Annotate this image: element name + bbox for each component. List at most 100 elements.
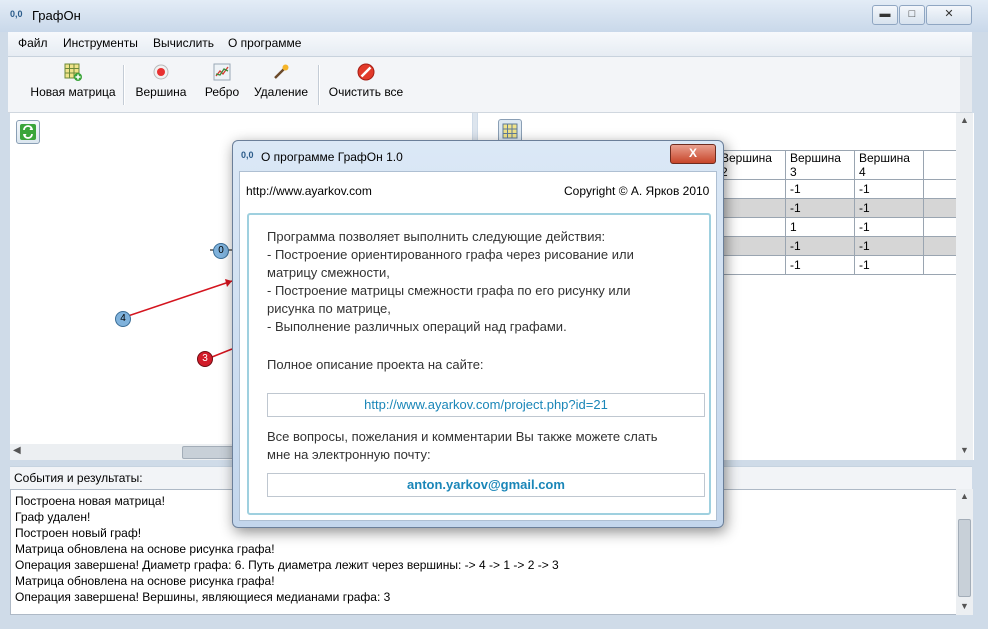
- matrix-row: -1 -1: [716, 179, 971, 199]
- scroll-left-icon[interactable]: ◀: [13, 445, 21, 456]
- new-matrix-label: Новая матрица: [30, 85, 116, 99]
- minimize-button[interactable]: ▬: [872, 5, 898, 25]
- delete-button[interactable]: Удаление: [252, 61, 310, 107]
- matrix-row: -1 -1: [716, 236, 971, 256]
- menu-calculate[interactable]: Вычислить: [153, 36, 214, 50]
- description-line: - Построение ориентированного графа чере…: [267, 247, 634, 262]
- project-label: Полное описание проекта на сайте:: [267, 357, 484, 372]
- copyright-text: Copyright © А. Ярков 2010: [564, 184, 710, 198]
- graph-node-4[interactable]: 4: [115, 311, 131, 327]
- log-line: Операция завершена! Диаметр графа: 6. Пу…: [15, 558, 559, 572]
- matrix-column-header: Вершина 2: [716, 150, 786, 180]
- log-line: Матрица обновлена на основе рисунка граф…: [15, 574, 275, 588]
- dialog-title: О программе ГрафОн 1.0: [261, 150, 403, 164]
- toolbar-scroll[interactable]: [960, 57, 972, 112]
- graph-edge: [121, 280, 233, 319]
- matrix-cell[interactable]: [716, 217, 786, 237]
- title-bar: 0,0 ГрафОн ▬ □ ✕: [0, 0, 988, 32]
- matrix-cell[interactable]: -1: [854, 236, 924, 256]
- graph-node-0[interactable]: 0: [213, 243, 229, 259]
- window-title: ГрафОн: [32, 8, 81, 23]
- scroll-down-icon[interactable]: ▼: [960, 445, 969, 455]
- close-icon: ✕: [944, 8, 954, 20]
- matrix-cell[interactable]: -1: [785, 255, 855, 275]
- edge-label: Ребро: [204, 85, 240, 99]
- matrix-cell[interactable]: -1: [854, 255, 924, 275]
- description-line: Программа позволяет выполнить следующие …: [267, 229, 606, 244]
- toolbar-separator: [123, 65, 125, 105]
- toolbar: Новая матрица Вершина Ребро Удаление Очи…: [8, 57, 972, 113]
- log-line: Граф удален!: [15, 510, 91, 524]
- clear-all-label: Очистить все: [328, 85, 404, 99]
- minimize-icon: ▬: [879, 8, 891, 20]
- no-entry-icon: [357, 63, 375, 81]
- maximize-icon: □: [908, 8, 916, 20]
- toolbar-separator: [318, 65, 320, 105]
- matrix-cell[interactable]: [716, 255, 786, 275]
- dialog-body: http://www.ayarkov.com Copyright © А. Яр…: [239, 171, 717, 521]
- matrix-cell[interactable]: [716, 198, 786, 218]
- menu-about[interactable]: О программе: [228, 36, 301, 50]
- close-window-button[interactable]: ✕: [926, 5, 972, 25]
- events-header-label: События и результаты:: [14, 471, 143, 485]
- dialog-close-button[interactable]: X: [670, 144, 716, 164]
- description-line: - Выполнение различных операций над граф…: [267, 319, 567, 334]
- matrix-row: 1 -1: [716, 217, 971, 237]
- edge-button[interactable]: Ребро: [200, 61, 244, 107]
- matrix-row: -1 -1: [716, 255, 971, 275]
- menu-bar: Файл Инструменты Вычислить О программе: [8, 32, 972, 57]
- description-line: рисунка по матрице,: [267, 301, 391, 316]
- graph-node-3[interactable]: 3: [197, 351, 213, 367]
- dialog-content-frame: Программа позволяет выполнить следующие …: [247, 213, 711, 515]
- matrix-grid-icon: [502, 123, 518, 139]
- vertex-label: Вершина: [135, 85, 187, 99]
- scroll-up-icon[interactable]: ▲: [960, 491, 969, 501]
- site-link[interactable]: http://www.ayarkov.com: [246, 184, 372, 198]
- clear-all-button[interactable]: Очистить все: [326, 61, 406, 107]
- description-line: матрицу смежности,: [267, 265, 390, 280]
- about-dialog: 0,0 О программе ГрафОн 1.0 X http://www.…: [232, 140, 724, 528]
- log-line: Построена новая матрица!: [15, 494, 165, 508]
- app-icon: 0,0: [10, 9, 23, 19]
- matrix-cell[interactable]: 1: [785, 217, 855, 237]
- close-icon: X: [688, 146, 697, 160]
- scroll-down-icon[interactable]: ▼: [960, 601, 969, 611]
- edge-chart-icon: [213, 63, 231, 81]
- matrix-column-header: Вершина 3: [785, 150, 855, 180]
- matrix-header-row: Вершина 2 Вершина 3 Вершина 4: [716, 150, 971, 180]
- matrix-column-header: Вершина 4: [854, 150, 924, 180]
- matrix-cell[interactable]: -1: [854, 179, 924, 199]
- matrix-vertical-scrollbar[interactable]: ▲ ▼: [956, 113, 973, 460]
- contact-line: Все вопросы, пожелания и комментарии Вы …: [267, 429, 658, 444]
- log-line: Построен новый граф!: [15, 526, 142, 540]
- matrix-cell[interactable]: [716, 179, 786, 199]
- matrix-cell[interactable]: [716, 236, 786, 256]
- scroll-thumb[interactable]: [958, 519, 971, 597]
- log-line: Матрица обновлена на основе рисунка граф…: [15, 542, 275, 556]
- dialog-app-icon: 0,0: [241, 150, 254, 160]
- menu-tools[interactable]: Инструменты: [63, 36, 138, 50]
- contact-line: мне на электронную почту:: [267, 447, 431, 462]
- matrix-cell[interactable]: -1: [854, 198, 924, 218]
- edge-arrow: [225, 279, 232, 287]
- matrix-cell[interactable]: -1: [785, 236, 855, 256]
- project-url-link[interactable]: http://www.ayarkov.com/project.php?id=21: [267, 393, 705, 417]
- vertex-icon: [153, 64, 169, 80]
- matrix-cell[interactable]: -1: [785, 179, 855, 199]
- scroll-up-icon[interactable]: ▲: [960, 115, 969, 125]
- maximize-button[interactable]: □: [899, 5, 925, 25]
- vertex-button[interactable]: Вершина: [132, 61, 190, 107]
- email-link[interactable]: anton.yarkov@gmail.com: [267, 473, 705, 497]
- graph-edge: [211, 348, 233, 358]
- magic-wand-icon: [274, 64, 289, 79]
- matrix-cell[interactable]: -1: [854, 217, 924, 237]
- delete-label: Удаление: [253, 85, 309, 99]
- log-line: Операция завершена! Вершины, являющиеся …: [15, 590, 391, 604]
- new-matrix-button[interactable]: Новая матрица: [26, 61, 120, 107]
- menu-file[interactable]: Файл: [18, 36, 48, 50]
- matrix-cell[interactable]: -1: [785, 198, 855, 218]
- adjacency-matrix: Вершина 2 Вершина 3 Вершина 4 -1 -1 -1 -…: [716, 150, 971, 275]
- description-line: - Построение матрицы смежности графа по …: [267, 283, 631, 298]
- matrix-row: -1 -1: [716, 198, 971, 218]
- log-vertical-scrollbar[interactable]: ▲ ▼: [956, 489, 973, 615]
